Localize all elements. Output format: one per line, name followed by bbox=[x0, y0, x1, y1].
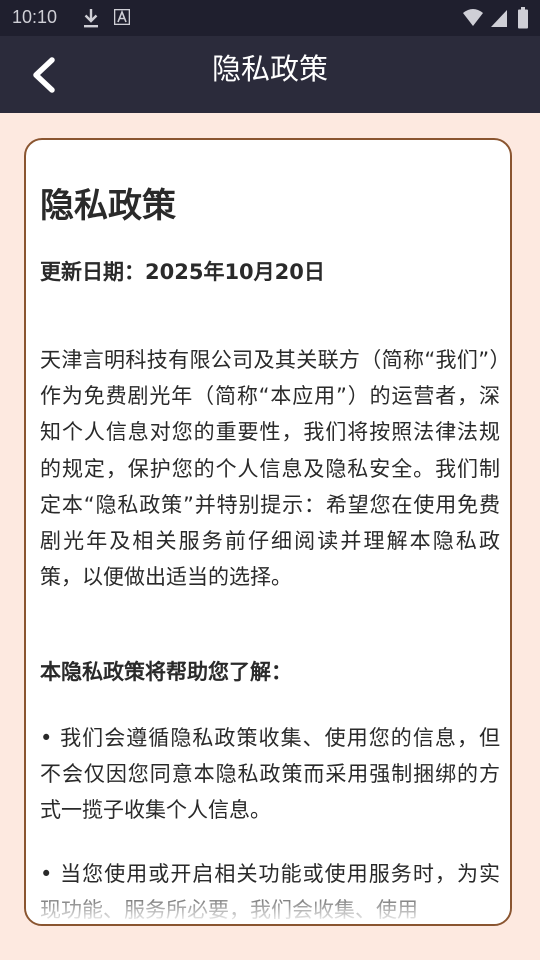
wifi-icon bbox=[463, 9, 483, 26]
download-icon bbox=[84, 9, 98, 28]
chevron-left-icon bbox=[33, 57, 55, 93]
update-date: 更新日期：2025年10月20日 bbox=[40, 260, 325, 284]
status-bar: 10:10 bbox=[0, 0, 540, 36]
bottom-fade bbox=[26, 884, 510, 924]
policy-card[interactable]: 隐私政策 更新日期：2025年10月20日 天津言明科技有限公司及其关联方（简称… bbox=[24, 138, 512, 926]
page-title: 隐私政策 bbox=[211, 52, 328, 86]
a-icon bbox=[114, 9, 130, 25]
bullet-item: • 我们会遵循隐私政策收集、使用您的信息，但不会仅因您同意本隐私政策而采用强制捆… bbox=[40, 726, 500, 823]
status-time: 10:10 bbox=[12, 7, 58, 27]
battery-icon bbox=[518, 7, 528, 29]
document-heading: 隐私政策 bbox=[40, 186, 176, 226]
section-heading: 本隐私政策将帮助您了解： bbox=[40, 660, 292, 684]
title-bar: 隐私政策 bbox=[0, 36, 540, 113]
intro-paragraph: 天津言明科技有限公司及其关联方（简称“我们”）作为免费剧光年（简称“本应用”）的… bbox=[40, 348, 500, 590]
back-button[interactable] bbox=[20, 50, 70, 100]
signal-icon bbox=[491, 10, 507, 27]
